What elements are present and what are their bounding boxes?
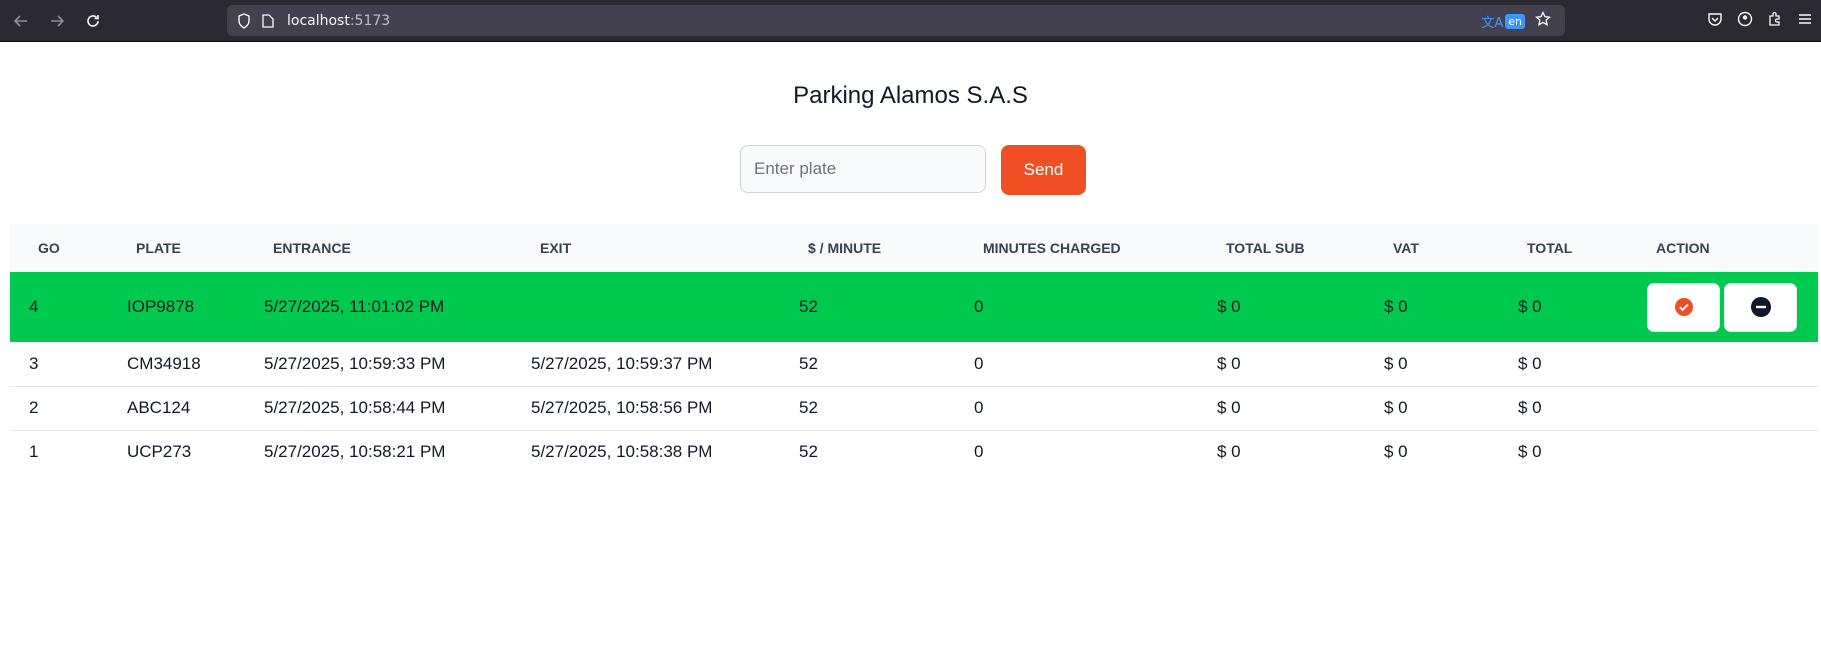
back-icon[interactable] [6,6,36,36]
table-header-row: GO PLATE ENTRANCE EXIT $ / MINUTE MINUTE… [10,224,1818,272]
send-button[interactable]: Send [1001,145,1086,195]
cell-exit: 5/27/2025, 10:58:56 PM [531,398,713,417]
pocket-icon[interactable] [1707,11,1723,31]
address-bar[interactable]: localhost:5173 文A en [227,5,1565,36]
confirm-exit-button[interactable] [1647,282,1720,332]
remove-button[interactable] [1724,282,1797,332]
cell-vat: $ 0 [1384,297,1408,316]
header-rate: $ / MINUTE [808,240,882,256]
cell-total: $ 0 [1518,398,1542,417]
extensions-icon[interactable] [1767,11,1783,31]
reload-icon[interactable] [78,6,108,36]
bookmark-star-icon[interactable] [1534,10,1552,31]
cell-vat: $ 0 [1384,353,1408,373]
cell-exit [512,272,780,342]
header-total: TOTAL [1527,240,1573,256]
browser-toolbar: localhost:5173 文A en [0,0,1821,42]
cell-exit: 5/27/2025, 10:59:37 PM [531,353,713,373]
table-row: 1 UCP273 5/27/2025, 10:58:21 PM 5/27/202… [10,430,1818,474]
cell-total-sub: $ 0 [1217,442,1241,462]
cell-total-sub: $ 0 [1217,297,1241,316]
cell-entrance: 5/27/2025, 10:58:21 PM [264,442,446,462]
forward-icon[interactable] [42,6,72,36]
check-circle-icon [1674,298,1693,316]
header-entrance: ENTRANCE [273,240,351,256]
cell-total: $ 0 [1518,297,1542,316]
table-row: 4 IOP9878 5/27/2025, 11:01:02 PM 52 0 $ … [10,272,1818,342]
cell-total: $ 0 [1518,442,1542,462]
header-vat: VAT [1393,240,1419,256]
parking-table: GO PLATE ENTRANCE EXIT $ / MINUTE MINUTE… [10,224,1818,474]
cell-minutes: 0 [974,353,984,373]
minus-circle-icon [1750,297,1771,317]
cell-entrance: 5/27/2025, 10:59:33 PM [264,353,446,373]
cell-action [1628,430,1818,474]
cell-plate: UCP273 [127,442,192,462]
cell-go: 3 [29,353,39,373]
header-minutes-charged: MINUTES CHARGED [983,240,1121,256]
cell-action [1628,272,1818,342]
table-row: 3 CM34918 5/27/2025, 10:59:33 PM 5/27/20… [10,342,1818,386]
shield-icon[interactable] [235,12,253,30]
url-text[interactable]: localhost:5173 [287,13,390,29]
cell-rate: 52 [799,442,818,462]
menu-icon[interactable] [1797,11,1813,31]
cell-minutes: 0 [974,398,984,417]
cell-total-sub: $ 0 [1217,398,1241,417]
cell-action [1628,386,1818,430]
header-total-sub: TOTAL SUB [1226,240,1305,256]
header-plate: PLATE [136,240,181,256]
page-title: Parking Alamos S.A.S [793,82,1028,109]
header-action: ACTION [1656,240,1710,256]
plate-form: Send [740,145,1086,195]
cell-rate: 52 [799,398,818,417]
cell-total: $ 0 [1518,353,1542,373]
cell-minutes: 0 [974,442,984,462]
cell-minutes: 0 [974,297,984,316]
translate-icon[interactable]: 文A en [1481,12,1525,31]
cell-vat: $ 0 [1384,442,1408,462]
table-row: 2 ABC124 5/27/2025, 10:58:44 PM 5/27/202… [10,386,1818,430]
header-go: GO [38,240,60,256]
cell-vat: $ 0 [1384,398,1408,417]
cell-plate: CM34918 [127,353,201,373]
cell-rate: 52 [799,353,818,373]
page-icon[interactable] [259,12,277,30]
cell-rate: 52 [799,297,818,316]
account-icon[interactable] [1737,11,1753,31]
cell-entrance: 5/27/2025, 11:01:02 PM [264,297,445,316]
cell-entrance: 5/27/2025, 10:58:44 PM [264,398,446,417]
plate-input[interactable] [740,145,986,193]
cell-exit: 5/27/2025, 10:58:38 PM [531,442,713,462]
cell-plate: IOP9878 [127,297,195,316]
cell-go: 4 [29,297,39,316]
cell-action [1628,342,1818,386]
cell-total-sub: $ 0 [1217,353,1241,373]
cell-go: 2 [29,398,39,417]
cell-plate: ABC124 [127,398,191,417]
cell-go: 1 [29,442,39,462]
header-exit: EXIT [540,240,572,256]
